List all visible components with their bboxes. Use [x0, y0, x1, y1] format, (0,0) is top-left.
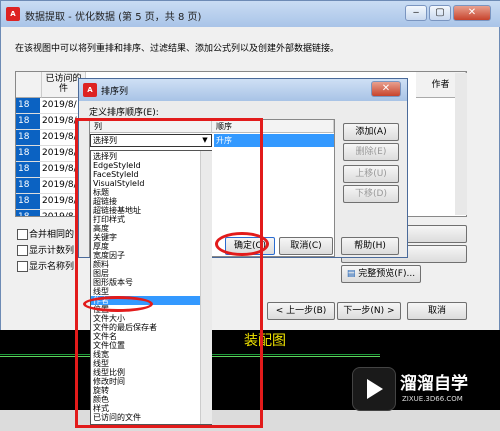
next-button[interactable]: 下一步(N) > — [337, 302, 401, 320]
row-date: 2019/8/ — [42, 116, 77, 126]
autocad-icon: A — [6, 7, 20, 21]
autocad-icon: A — [83, 83, 97, 97]
define-order-label: 定义排序顺序(E): — [89, 108, 159, 118]
dialog-close-button[interactable]: ✕ — [371, 81, 401, 97]
move-up-button[interactable]: 上移(U) — [343, 165, 399, 183]
annotation-ellipse-ok — [215, 232, 269, 256]
show-count-label: 显示计数列 — [29, 246, 75, 256]
add-button[interactable]: 添加(A) — [343, 123, 399, 141]
move-down-button[interactable]: 下移(D) — [343, 185, 399, 203]
row-number: 18 — [16, 162, 40, 177]
help-button[interactable]: 帮助(H) — [341, 237, 399, 255]
annotation-ellipse-selected — [83, 296, 153, 312]
maximize-button[interactable]: ▢ — [429, 5, 451, 21]
row-date: 2019/8/ — [42, 212, 77, 217]
dialog-title: 排序列 — [101, 87, 129, 97]
window-title: 数据提取 - 优化数据 (第 5 页，共 8 页) — [25, 12, 202, 23]
row-number: 18 — [16, 114, 40, 129]
watermark: 溜溜自学 ZIXUE.3D66.COM — [352, 363, 492, 417]
table-header[interactable] — [16, 72, 42, 98]
cancel-button[interactable]: 取消(C) — [279, 237, 333, 255]
merge-checkbox[interactable] — [17, 229, 28, 240]
watermark-name: 溜溜自学 — [400, 374, 468, 394]
show-count-checkbox[interactable] — [17, 245, 28, 256]
watermark-url: ZIXUE.3D66.COM — [402, 395, 463, 403]
row-number: 18 — [16, 194, 40, 209]
window-titlebar: A 数据提取 - 优化数据 (第 5 页，共 8 页) ‒ ▢ ✕ — [1, 1, 500, 27]
show-name-label: 显示名称列 — [29, 262, 75, 272]
merge-label: 合并相同的 — [29, 230, 75, 240]
row-date: 2019/8/ — [42, 180, 77, 190]
dialog-titlebar: A 排序列 ✕ — [79, 79, 407, 101]
full-preview-button[interactable]: ▤ 完整预览(F)... — [341, 265, 421, 283]
show-name-checkbox[interactable] — [17, 261, 28, 272]
row-date: 2019/8/ — [42, 164, 77, 174]
annotation-rectangle — [75, 118, 263, 428]
preview-icon: ▤ — [346, 269, 359, 279]
row-date: 2019/8/ — [42, 132, 77, 142]
row-number: 18 — [16, 98, 40, 113]
row-date: 2019/8/ — [42, 148, 77, 158]
row-number: 18 — [16, 210, 40, 216]
row-date: 2019/8/ — [42, 196, 77, 206]
close-button[interactable]: ✕ — [453, 5, 491, 21]
back-button[interactable]: < 上一步(B) — [267, 302, 335, 320]
minimize-button[interactable]: ‒ — [405, 5, 427, 21]
delete-button[interactable]: 删除(E) — [343, 143, 399, 161]
row-date: 2019/8/ — [42, 100, 77, 110]
full-preview-label: 完整预览(F)... — [358, 269, 416, 279]
wizard-cancel-button[interactable]: 取消 — [407, 302, 467, 320]
window-description: 在该视图中可以将列重排和排序、过滤结果、添加公式列以及创建外部数据链接。 — [15, 44, 340, 54]
row-number: 18 — [16, 130, 40, 145]
table-scrollbar[interactable] — [455, 73, 467, 215]
row-number: 18 — [16, 178, 40, 193]
row-number: 18 — [16, 146, 40, 161]
play-logo-icon — [352, 367, 396, 411]
table-row[interactable]: 18 2019/8/ — [16, 98, 86, 114]
